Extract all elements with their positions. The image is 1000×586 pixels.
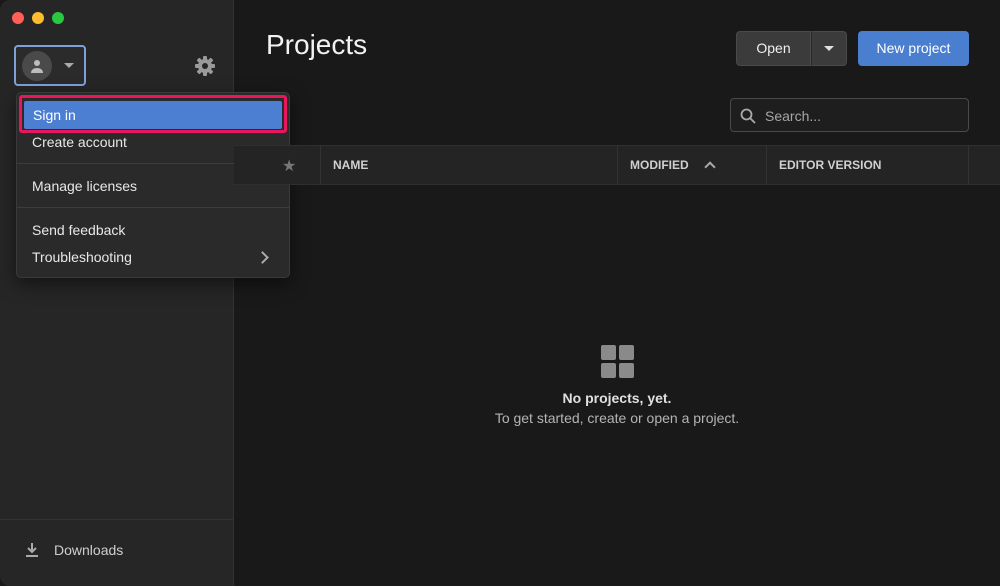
gear-icon[interactable] [193, 54, 217, 83]
chevron-up-icon [704, 161, 716, 173]
column-header-modified-label: MODIFIED [630, 158, 689, 172]
empty-state-title: No projects, yet. [562, 390, 672, 406]
page-title: Projects [266, 29, 368, 60]
chevron-down-icon [824, 46, 834, 51]
chevron-down-icon [64, 63, 74, 68]
maximize-window-button[interactable] [52, 12, 64, 24]
new-project-button[interactable]: New project [858, 31, 969, 66]
column-header-name[interactable]: NAME [320, 146, 618, 184]
menu-item-send-feedback[interactable]: Send feedback [17, 218, 289, 242]
column-header-editor-version[interactable]: EDITOR VERSION [766, 146, 969, 184]
sidebar: Downloads [0, 0, 234, 586]
grid-icon [234, 345, 1000, 378]
column-header-modified[interactable]: MODIFIED [617, 146, 766, 184]
app-window: Downloads Sign in Create account Manage … [0, 0, 1000, 586]
account-menu-button[interactable] [14, 45, 86, 86]
downloads-label: Downloads [54, 542, 124, 558]
empty-state: No projects, yet. To get started, create… [234, 345, 1000, 426]
empty-state-subtitle: To get started, create or open a project… [494, 410, 740, 426]
sidebar-footer: Downloads [0, 519, 233, 586]
star-icon[interactable]: ★ [282, 156, 296, 176]
minimize-window-button[interactable] [32, 12, 44, 24]
avatar-icon [22, 50, 52, 81]
search-input[interactable] [763, 99, 967, 133]
open-options-button[interactable] [811, 31, 847, 66]
account-dropdown-menu: Sign in Create account Manage licenses S… [16, 92, 290, 278]
sidebar-item-downloads[interactable]: Downloads [24, 542, 123, 558]
close-window-button[interactable] [12, 12, 24, 24]
table-header: ★ NAME MODIFIED EDITOR VERSION [234, 145, 1000, 185]
open-button[interactable]: Open [736, 31, 811, 66]
search-icon [740, 108, 756, 124]
window-controls [12, 12, 64, 24]
search-box [730, 98, 969, 133]
troubleshooting-label: Troubleshooting [32, 249, 132, 265]
menu-item-sign-in[interactable]: Sign in [24, 101, 282, 129]
menu-item-troubleshooting[interactable]: Troubleshooting [17, 245, 289, 269]
download-icon [26, 543, 38, 557]
chevron-right-icon [256, 251, 269, 264]
menu-divider [17, 207, 289, 208]
